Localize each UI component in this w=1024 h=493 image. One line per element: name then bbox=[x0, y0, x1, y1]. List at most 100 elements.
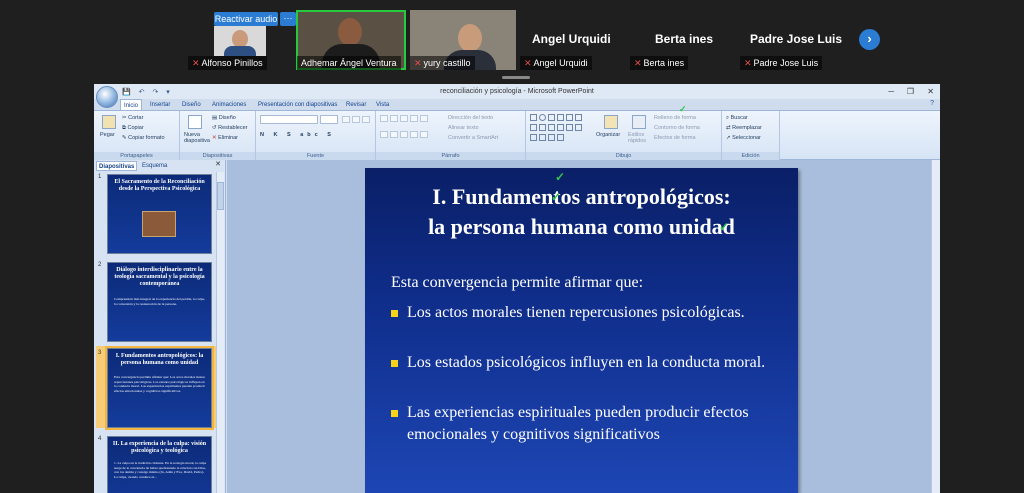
align-left-button[interactable] bbox=[380, 131, 388, 138]
shrink-font-button[interactable] bbox=[352, 116, 360, 123]
participant-name-tag: ✕ yury castillo bbox=[410, 56, 475, 70]
clear-format-button[interactable] bbox=[362, 116, 370, 123]
scrollbar-thumb[interactable] bbox=[217, 182, 224, 210]
font-name-select[interactable] bbox=[260, 115, 318, 124]
arrange-button[interactable]: Organizar bbox=[596, 132, 620, 138]
quick-access-toolbar[interactable]: 💾 ↶ ↷ ▾ bbox=[122, 85, 173, 100]
reactivar-audio-button[interactable]: Reactivar audio bbox=[214, 12, 278, 26]
shape-callout-icon[interactable] bbox=[575, 124, 582, 131]
shape-star-icon[interactable] bbox=[548, 134, 555, 141]
avatar bbox=[338, 18, 362, 46]
paste-button[interactable]: Pegar bbox=[100, 132, 115, 138]
quick-styles-button[interactable]: Estilos rápidos bbox=[628, 132, 650, 144]
group-label: Fuente bbox=[256, 152, 375, 160]
slide-thumbnail-4[interactable]: II. La experiencia de la culpa: visión p… bbox=[107, 436, 212, 493]
slide-bullet[interactable]: Los actos morales tienen repercusiones p… bbox=[391, 302, 781, 324]
paste-icon bbox=[102, 115, 116, 129]
align-right-button[interactable] bbox=[400, 131, 408, 138]
shape-brace-icon[interactable] bbox=[557, 124, 564, 131]
help-icon[interactable]: ? bbox=[930, 100, 934, 107]
current-slide[interactable]: I. Fundamentos antropológicos: la person… bbox=[365, 168, 798, 493]
cut-button[interactable]: ✂ Cortar bbox=[122, 115, 143, 121]
justify-button[interactable] bbox=[410, 131, 418, 138]
bullets-button[interactable] bbox=[380, 115, 388, 122]
decrease-indent-button[interactable] bbox=[400, 115, 408, 122]
convert-smartart-button[interactable]: Convertir a SmartArt bbox=[448, 135, 498, 141]
thumbnail-text: Esta convergencia permite afirmar que: L… bbox=[114, 375, 205, 393]
shape-line-icon[interactable] bbox=[548, 114, 555, 121]
tab-esquema[interactable]: Esquema bbox=[140, 161, 169, 171]
close-icon[interactable]: ✕ bbox=[927, 84, 934, 99]
editor-scrollbar[interactable] bbox=[931, 160, 940, 493]
grow-font-button[interactable] bbox=[342, 116, 350, 123]
restore-icon[interactable]: ❐ bbox=[907, 84, 914, 99]
columns-button[interactable] bbox=[420, 131, 428, 138]
slide-intro-text[interactable]: Esta convergencia permite afirmar que: bbox=[391, 274, 643, 292]
shape-bracket-icon[interactable] bbox=[539, 134, 546, 141]
layout-button[interactable]: ▤ Diseño bbox=[212, 115, 236, 121]
drag-handle[interactable] bbox=[502, 76, 530, 79]
slide-bullet[interactable]: Las experiencias espirituales pueden pro… bbox=[391, 402, 781, 446]
shape-outline-button[interactable]: Contorno de forma bbox=[654, 125, 700, 131]
text-direction-button[interactable]: Dirección del texto bbox=[448, 115, 493, 121]
increase-indent-button[interactable] bbox=[410, 115, 418, 122]
minimize-icon[interactable]: ─ bbox=[888, 84, 894, 99]
copy-button[interactable]: ⧉ Copiar bbox=[122, 125, 144, 132]
participant-video-alfonso[interactable] bbox=[214, 26, 266, 56]
more-options-button[interactable]: ··· bbox=[280, 12, 296, 26]
tab-diapositivas[interactable]: Diapositivas bbox=[96, 161, 138, 171]
slide-thumbnail-1[interactable]: El Sacramento de la Reconciliación desde… bbox=[107, 174, 212, 254]
replace-button[interactable]: ⇄ Reemplazar bbox=[726, 125, 762, 131]
font-size-select[interactable] bbox=[320, 115, 338, 124]
format-painter-button[interactable]: ✎ Copiar formato bbox=[122, 135, 165, 141]
close-panel-icon[interactable]: ✕ bbox=[215, 160, 221, 168]
participant-name-tag: Adhemar Ángel Ventura bbox=[297, 56, 401, 70]
shape-oval-icon[interactable] bbox=[539, 114, 546, 121]
participant-name-large: Padre Jose Luis bbox=[750, 32, 843, 46]
thumbnail-title: I. Fundamentos antropológicos: la person… bbox=[115, 353, 204, 366]
next-page-button[interactable]: › bbox=[859, 29, 880, 50]
shape-star-icon[interactable] bbox=[548, 124, 555, 131]
shape-brace-icon[interactable] bbox=[530, 134, 537, 141]
mic-muted-icon: ✕ bbox=[192, 58, 200, 68]
align-text-button[interactable]: Alinear texto bbox=[448, 125, 479, 131]
participant-name-tag: ✕ Angel Urquidi bbox=[520, 56, 592, 70]
font-style-buttons[interactable]: N K S abc S bbox=[260, 132, 335, 138]
new-slide-button[interactable]: Nueva diapositiva bbox=[184, 132, 210, 144]
slide-thumbnail-3[interactable]: I. Fundamentos antropológicos: la person… bbox=[105, 346, 214, 430]
slide-title-line-2: la persona humana como unidad bbox=[428, 214, 735, 239]
shape-connector-icon[interactable] bbox=[539, 124, 546, 131]
slide-bullet[interactable]: Los estados psicológicos influyen en la … bbox=[391, 352, 781, 374]
delete-slide-button[interactable]: ✕ Eliminar bbox=[212, 135, 238, 141]
shape-effects-button[interactable]: Efectos de forma bbox=[654, 135, 696, 141]
shape-arrow-icon[interactable] bbox=[557, 114, 564, 121]
group-label: Portapapeles bbox=[94, 152, 179, 160]
shape-rounded-icon[interactable] bbox=[566, 114, 573, 121]
panel-scrollbar[interactable] bbox=[216, 172, 224, 493]
group-dibujo: Organizar Estilos rápidos Relleno de for… bbox=[526, 111, 722, 160]
slide-number: 1 bbox=[98, 174, 102, 180]
office-button[interactable] bbox=[96, 86, 118, 108]
find-button[interactable]: ⌕ Buscar bbox=[726, 115, 748, 122]
group-fuente: N K S abc S Fuente bbox=[256, 111, 376, 160]
align-center-button[interactable] bbox=[390, 131, 398, 138]
reset-button[interactable]: ↺ Restablecer bbox=[212, 125, 248, 131]
slide-thumbnail-2[interactable]: Diálogo interdisciplinario entre la teol… bbox=[107, 262, 212, 342]
new-slide-icon bbox=[188, 115, 202, 129]
shape-rectangle-icon[interactable] bbox=[530, 114, 537, 121]
numbering-button[interactable] bbox=[390, 115, 398, 122]
participant-name-tag: ✕ Alfonso Pinillos bbox=[188, 56, 267, 70]
meeting-participant-bar: Reactivar audio ··· ✕ Alfonso Pinillos Ad… bbox=[0, 0, 1024, 84]
bullet-marker bbox=[391, 410, 398, 417]
slide-title[interactable]: I. Fundamentos antropológicos: la person… bbox=[365, 182, 798, 242]
group-edicion: ⌕ Buscar ⇄ Reemplazar ➚ Seleccionar Edic… bbox=[722, 111, 780, 160]
line-spacing-button[interactable] bbox=[420, 115, 428, 122]
select-button[interactable]: ➚ Seleccionar bbox=[726, 135, 761, 141]
shape-fill-button[interactable]: Relleno de forma bbox=[654, 115, 696, 121]
annotation-checkmark-icon: ✓ bbox=[719, 220, 730, 234]
shape-triangle-icon[interactable] bbox=[530, 124, 537, 131]
shape-callout-icon[interactable] bbox=[557, 134, 564, 141]
shape-bracket-icon[interactable] bbox=[566, 124, 573, 131]
shape-triangle-icon[interactable] bbox=[575, 114, 582, 121]
slide-title-line-1: I. Fundamentos antropológicos: bbox=[432, 184, 731, 209]
